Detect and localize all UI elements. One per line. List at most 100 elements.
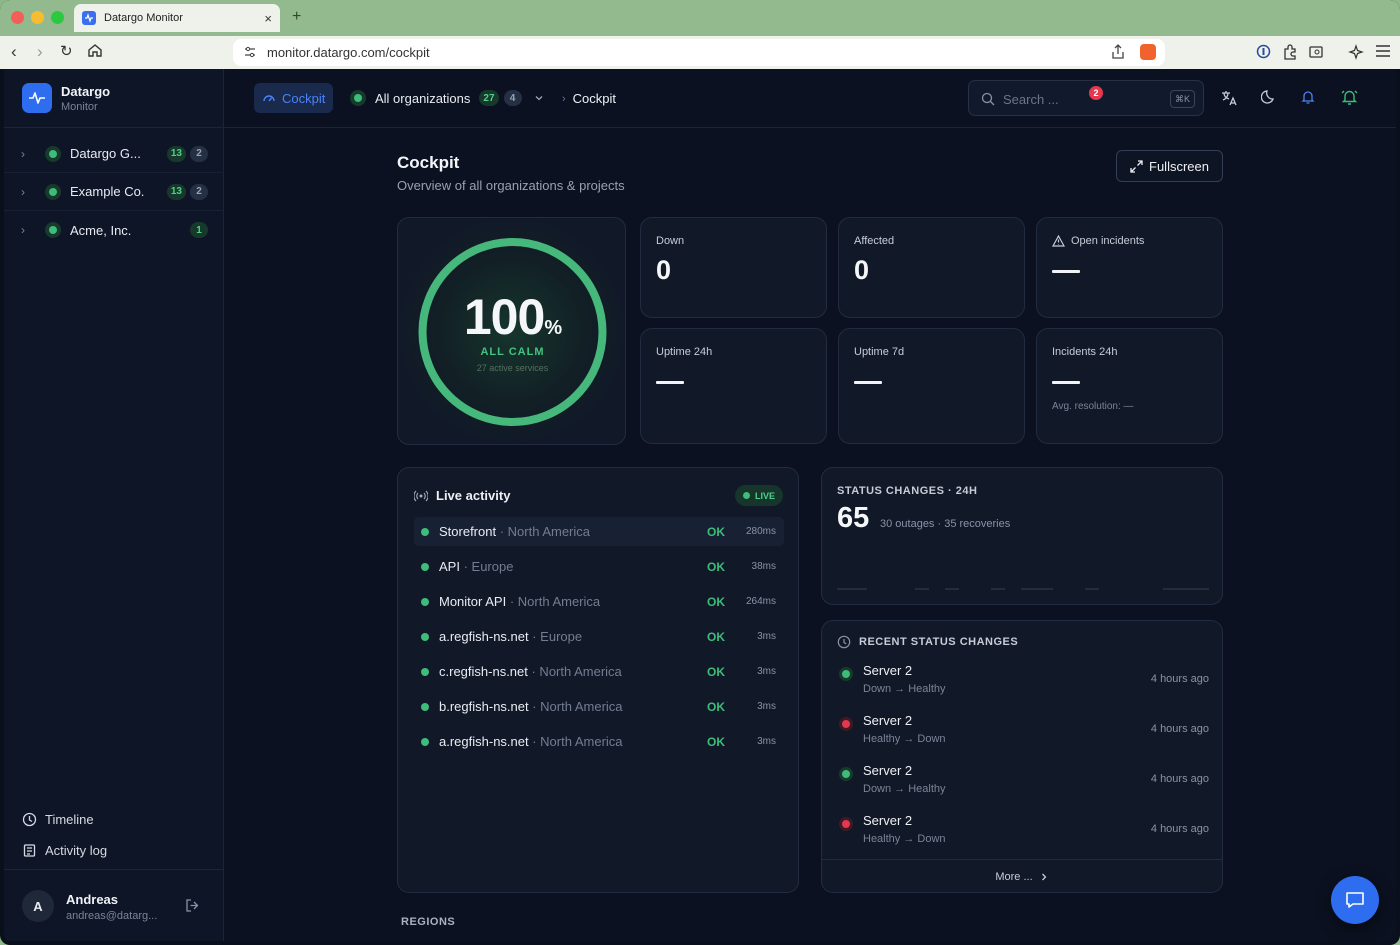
status-change-item[interactable]: Server 2 Down → Healthy 4 hours ago — [837, 661, 1209, 701]
activity-row[interactable]: API · Europe OK 38ms — [414, 552, 784, 581]
brand[interactable]: Datargo Monitor — [22, 83, 110, 113]
fullscreen-button[interactable]: Fullscreen — [1116, 150, 1223, 182]
ai-assistant-icon[interactable] — [1348, 44, 1364, 63]
service-name: Monitor API · North America — [439, 594, 601, 609]
activity-row[interactable]: b.regfish-ns.net · North America OK 3ms — [414, 692, 784, 721]
alarm-bell-icon[interactable] — [1340, 88, 1359, 111]
status-dot-icon — [350, 90, 366, 106]
notifications-icon[interactable] — [1300, 89, 1316, 110]
forward-button[interactable]: › — [37, 42, 43, 62]
expand-icon — [1130, 159, 1143, 173]
recent-changes-title: RECENT STATUS CHANGES — [837, 635, 1018, 649]
stat-label: Open incidents — [1052, 235, 1144, 247]
tab-title: Datargo Monitor — [104, 12, 183, 24]
chat-button[interactable] — [1331, 876, 1379, 924]
service-status: OK — [707, 699, 725, 714]
service-status: OK — [707, 524, 725, 539]
browser-toolbar: ‹ › ↻ monitor.datargo.com/cockpit — [0, 36, 1400, 69]
chevron-right-icon — [1041, 873, 1047, 880]
password-manager-icon[interactable] — [1256, 44, 1271, 62]
site-settings-icon[interactable] — [243, 45, 257, 62]
sidebar-org-acme[interactable]: › Acme, Inc. 1 — [4, 211, 224, 249]
tab-label: Cockpit — [282, 90, 326, 106]
stat-empty-value — [854, 381, 882, 384]
stat-affected[interactable]: Affected 0 — [838, 217, 1025, 318]
minimize-window-button[interactable] — [31, 11, 44, 24]
status-change-item[interactable]: Server 2 Down → Healthy 4 hours ago — [837, 761, 1209, 801]
change-transition: Healthy → Down — [863, 733, 946, 745]
stat-value: 0 — [854, 255, 870, 285]
more-button[interactable]: More ... — [822, 859, 1222, 893]
user-email: andreas@datarg... — [66, 910, 158, 922]
chevron-right-icon[interactable]: › — [21, 185, 25, 199]
status-dot-icon — [421, 527, 429, 536]
close-tab-icon[interactable]: × — [264, 11, 272, 26]
close-window-button[interactable] — [11, 11, 24, 24]
activity-row[interactable]: Storefront · North America OK 280ms — [414, 517, 784, 546]
favicon-icon — [82, 11, 96, 25]
change-transition: Down → Healthy — [863, 783, 946, 795]
browser-menu-icon[interactable] — [1375, 44, 1391, 61]
home-icon — [88, 44, 102, 57]
status-change-item[interactable]: Server 2 Healthy → Down 4 hours ago — [837, 711, 1209, 751]
change-service-name: Server 2 — [863, 813, 913, 828]
url-text: monitor.datargo.com/cockpit — [267, 45, 430, 60]
status-changes-title: STATUS CHANGES · 24H — [837, 485, 978, 497]
status-change-item[interactable]: Server 2 Healthy → Down 4 hours ago — [837, 811, 1209, 851]
brave-shield-icon[interactable] — [1140, 44, 1156, 60]
sidebar-org-example[interactable]: › Example Co. 13 2 — [4, 173, 224, 211]
divider — [4, 127, 224, 128]
service-status: OK — [707, 594, 725, 609]
back-button[interactable]: ‹ — [11, 42, 17, 62]
health-status-label: ALL CALM — [480, 346, 545, 358]
app-root: Datargo Monitor › Datargo G... 13 2 › Ex… — [4, 69, 1396, 941]
browser-tab[interactable]: Datargo Monitor × — [74, 4, 280, 32]
home-button[interactable] — [87, 42, 103, 63]
reload-button[interactable]: ↻ — [60, 42, 73, 62]
status-dot-icon — [421, 562, 429, 571]
page-title: Cockpit — [397, 153, 460, 172]
user-name: Andreas — [66, 892, 119, 907]
organization-selector[interactable]: All organizations 27 4 — [350, 83, 544, 113]
stat-uptime-7d[interactable]: Uptime 7d — [838, 328, 1025, 444]
sidebar-org-datargo[interactable]: › Datargo G... 13 2 — [4, 135, 224, 173]
more-label: More ... — [995, 870, 1033, 883]
avatar[interactable]: A — [22, 890, 54, 922]
tab-cockpit[interactable]: Cockpit — [254, 83, 334, 113]
activity-row[interactable]: Monitor API · North America OK 264ms — [414, 587, 784, 616]
other-count-badge: 2 — [190, 145, 208, 162]
translate-icon[interactable] — [1220, 89, 1238, 112]
activity-row[interactable]: c.regfish-ns.net · North America OK 3ms — [414, 657, 784, 686]
chevron-right-icon[interactable]: › — [21, 223, 25, 237]
new-tab-button[interactable]: + — [292, 8, 301, 26]
scroll-log-icon — [23, 844, 36, 857]
maximize-window-button[interactable] — [51, 11, 64, 24]
address-bar[interactable]: monitor.datargo.com/cockpit — [233, 39, 1165, 66]
sidebar-item-timeline[interactable]: Timeline — [22, 812, 94, 827]
dark-mode-icon[interactable] — [1260, 89, 1277, 110]
status-changes-total: 65 — [837, 502, 870, 534]
activity-row[interactable]: a.regfish-ns.net · North America OK 3ms — [414, 727, 784, 756]
shortcut-hint: ⌘K — [1169, 90, 1195, 108]
sidebar-item-activity-log[interactable]: Activity log — [22, 843, 107, 858]
logout-icon[interactable] — [185, 898, 200, 918]
change-transition: Healthy → Down — [863, 833, 946, 845]
change-time: 4 hours ago — [1150, 723, 1209, 735]
share-icon[interactable] — [1111, 44, 1125, 63]
stat-open-incidents[interactable]: Open incidents — [1036, 217, 1223, 318]
status-dot-icon — [421, 667, 429, 676]
health-gauge-card: 100% ALL CALM 27 active services — [397, 217, 626, 445]
service-status: OK — [707, 559, 725, 574]
activity-row[interactable]: a.regfish-ns.net · Europe OK 3ms — [414, 622, 784, 651]
sidebar: Datargo Monitor › Datargo G... 13 2 › Ex… — [4, 69, 224, 941]
service-latency: 3ms — [757, 736, 776, 747]
stat-incidents-24h[interactable]: Incidents 24h Avg. resolution: — — [1036, 328, 1223, 444]
chevron-right-icon[interactable]: › — [21, 147, 25, 161]
brand-subtitle: Monitor — [61, 101, 98, 113]
search-input[interactable]: Search ... ⌘K — [968, 80, 1204, 116]
extensions-icon[interactable] — [1282, 44, 1298, 63]
stat-down[interactable]: Down 0 — [640, 217, 827, 318]
stat-value: 0 — [656, 255, 672, 285]
reader-mode-icon[interactable] — [1308, 44, 1324, 63]
stat-uptime-24h[interactable]: Uptime 24h — [640, 328, 827, 444]
